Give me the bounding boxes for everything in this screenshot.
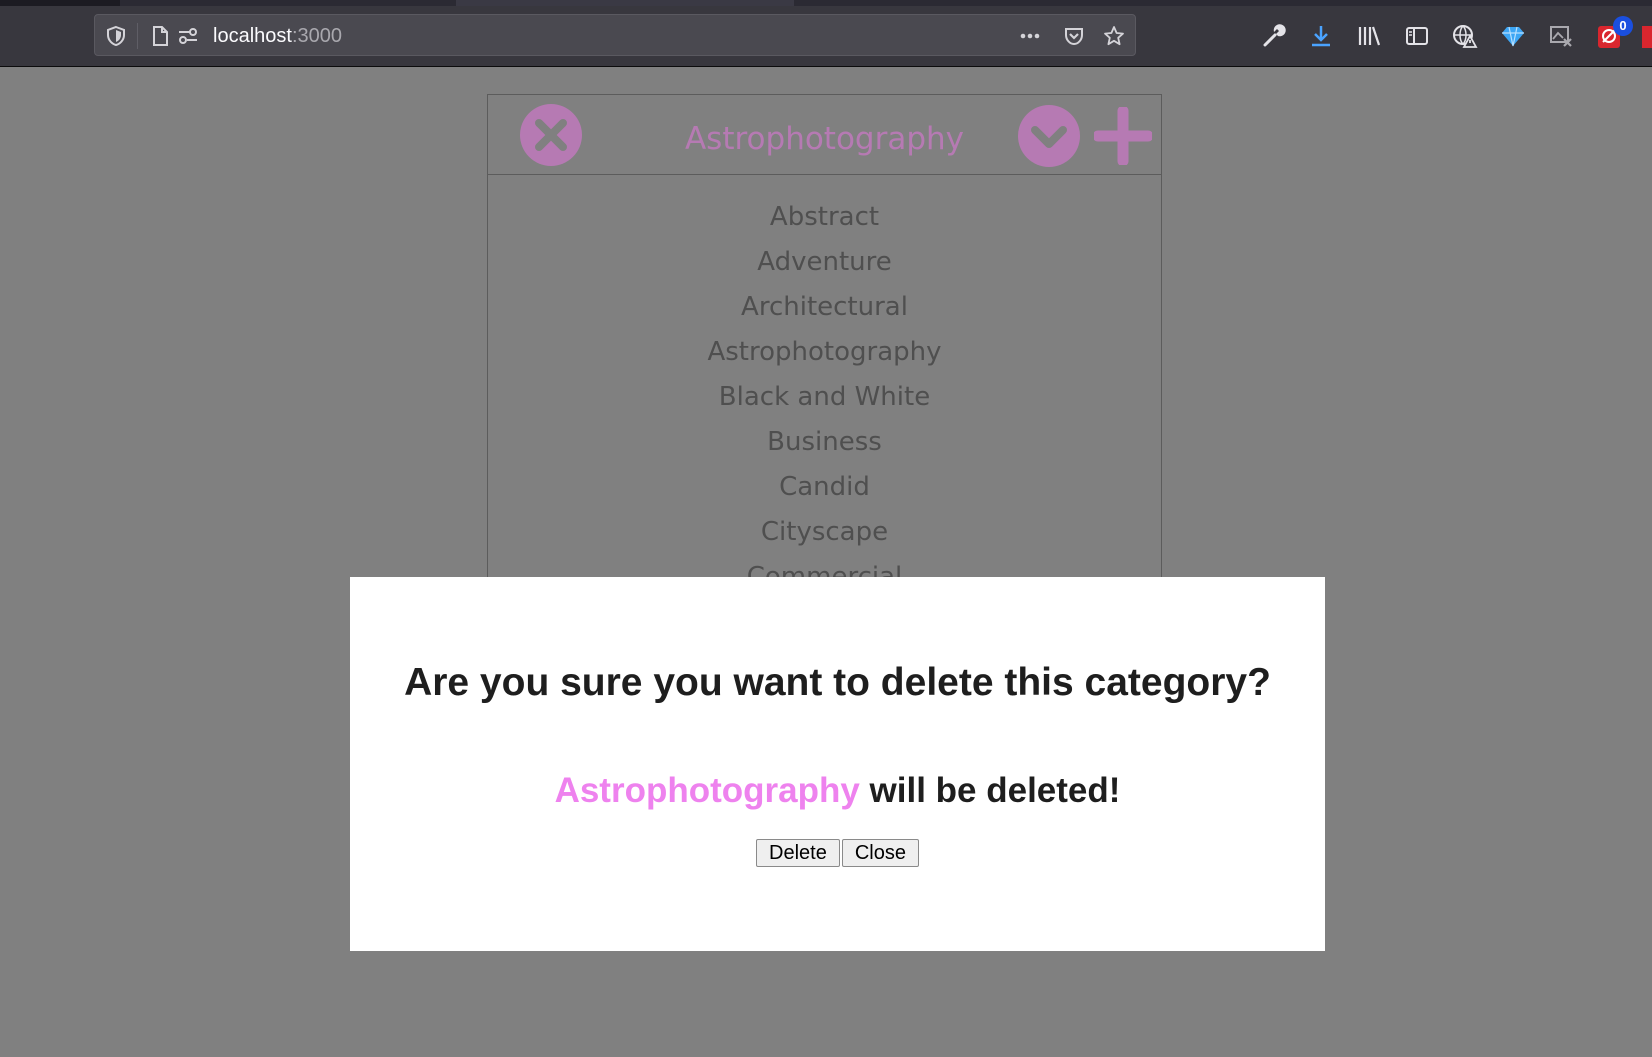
delete-confirm-modal: Are you sure you want to delete this cat… [350, 577, 1325, 951]
list-item[interactable]: Adventure [488, 240, 1161, 285]
modal-message-suffix: will be deleted! [859, 771, 1121, 810]
category-list: Abstract Adventure Architectural Astroph… [488, 195, 1161, 600]
list-item[interactable]: Cityscape [488, 510, 1161, 555]
url-separator [137, 23, 138, 49]
category-panel: Astrophotography Abstract Adventure Arch… [487, 94, 1162, 594]
page-icon[interactable] [149, 25, 171, 47]
close-button[interactable]: Close [841, 839, 919, 867]
diamond-icon[interactable] [1499, 22, 1527, 50]
delete-button[interactable]: Delete [756, 839, 840, 867]
sidebar-icon[interactable] [1403, 22, 1431, 50]
list-item[interactable]: Black and White [488, 375, 1161, 420]
wrench-icon[interactable] [1260, 22, 1288, 50]
library-icon[interactable] [1355, 22, 1383, 50]
warning-globe-icon[interactable] [1451, 22, 1479, 50]
download-icon[interactable] [1307, 22, 1335, 50]
list-item[interactable]: Architectural [488, 285, 1161, 330]
image-cross-icon[interactable] [1547, 22, 1575, 50]
modal-question: Are you sure you want to delete this cat… [404, 661, 1271, 704]
star-icon[interactable] [1103, 25, 1125, 47]
url-host: localhost [213, 25, 292, 47]
modal-actions: Delete Close [350, 839, 1325, 867]
url-text[interactable]: localhost:3000 [213, 24, 342, 48]
list-item[interactable]: Abstract [488, 195, 1161, 240]
list-item[interactable]: Astrophotography [488, 330, 1161, 375]
permissions-icon[interactable] [177, 25, 199, 47]
plus-icon[interactable] [1094, 107, 1152, 165]
shield-icon[interactable] [105, 25, 127, 47]
list-item[interactable]: Business [488, 420, 1161, 465]
pocket-icon[interactable] [1063, 25, 1085, 47]
extension-badge: 0 [1613, 16, 1633, 36]
extension-overflow-icon[interactable] [1642, 22, 1652, 50]
more-icon[interactable] [1019, 25, 1041, 47]
list-item[interactable]: Candid [488, 465, 1161, 510]
url-port: :3000 [291, 25, 342, 47]
chevron-down-circle-icon[interactable] [1017, 104, 1081, 168]
category-panel-header: Astrophotography [488, 95, 1161, 175]
modal-message: Astrophotography will be deleted! [350, 770, 1325, 812]
modal-category-name: Astrophotography [554, 771, 860, 810]
url-bar[interactable]: localhost:3000 [94, 14, 1136, 56]
browser-toolbar: localhost:3000 0 [0, 6, 1652, 67]
